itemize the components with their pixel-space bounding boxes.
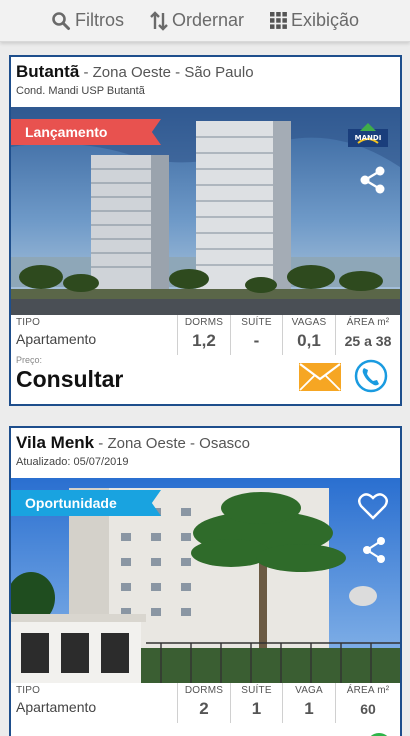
view-mode-button[interactable]: Exibição	[269, 10, 360, 31]
spec-type: TIPO Apartamento	[16, 317, 97, 347]
listing-title: Butantã - Zona Oeste - São Paulo	[16, 62, 395, 82]
spec-type: TIPO Apartamento	[16, 685, 97, 715]
filters-label: Filtros	[74, 10, 124, 30]
price-label: Preço:	[16, 355, 43, 365]
price-value: Consultar	[16, 366, 124, 392]
filter-toolbar: Filtros Ordernar Exibição	[0, 0, 410, 42]
listing-subtitle: Atualizado: 05/07/2019	[16, 456, 129, 468]
spec-dorms: DORMS 2	[177, 683, 230, 723]
spec-suite: SUÍTE 1	[230, 683, 282, 723]
grid-icon	[269, 12, 287, 29]
listing-photo[interactable]: Lançamento MANDI	[11, 107, 400, 315]
spec-area: ÁREA m² 60	[335, 683, 400, 723]
listing-specs: TIPO Apartamento DORMS 1,2 SUÍTE - VAGAS…	[11, 315, 400, 355]
listing-title: Vila Menk - Zona Oeste - Osasco	[16, 433, 395, 453]
view-label: Exibição	[290, 10, 360, 30]
spec-dorms: DORMS 1,2	[177, 315, 230, 355]
spec-area: ÁREA m² 25 a 38	[335, 315, 400, 355]
share-icon[interactable]	[360, 536, 388, 564]
listing-location: - Zona Oeste - Osasco	[94, 435, 251, 452]
filters-button[interactable]: Filtros	[51, 10, 124, 31]
sort-arrows-icon	[150, 10, 168, 31]
sort-label: Ordernar	[171, 10, 244, 30]
mandi-logo: MANDI	[348, 123, 388, 147]
sort-button[interactable]: Ordernar	[150, 10, 244, 31]
listing-card[interactable]: Butantã - Zona Oeste - São Paulo Cond. M…	[9, 55, 402, 406]
listing-header: Vila Menk - Zona Oeste - Osasco Atualiza…	[11, 428, 400, 478]
share-icon[interactable]	[358, 165, 388, 195]
email-icon[interactable]	[299, 363, 341, 391]
price-section: Preço: Consultar	[11, 355, 400, 403]
spec-parking: VAGAS 0,1	[282, 315, 335, 355]
listing-header: Butantã - Zona Oeste - São Paulo Cond. M…	[11, 57, 400, 107]
listing-specs: TIPO Apartamento DORMS 2 SUÍTE 1 VAGA 1 …	[11, 683, 400, 723]
spec-parking: VAGA 1	[282, 683, 335, 723]
launch-badge: Lançamento	[11, 119, 161, 145]
listing-city: Butantã	[16, 62, 80, 81]
phone-icon[interactable]	[354, 359, 388, 393]
svg-text:MANDI: MANDI	[355, 134, 382, 142]
listing-location: - Zona Oeste - São Paulo	[79, 64, 254, 81]
listing-city: Vila Menk	[16, 433, 95, 452]
listing-subtitle: Cond. Mandi USP Butantã	[16, 85, 145, 97]
listing-photo[interactable]: Oportunidade	[11, 478, 400, 683]
opportunity-badge: Oportunidade	[11, 490, 161, 516]
spec-suite: SUÍTE -	[230, 315, 282, 355]
search-icon	[52, 11, 70, 30]
heart-icon[interactable]	[358, 492, 388, 520]
listing-card[interactable]: Vila Menk - Zona Oeste - Osasco Atualiza…	[9, 426, 402, 736]
